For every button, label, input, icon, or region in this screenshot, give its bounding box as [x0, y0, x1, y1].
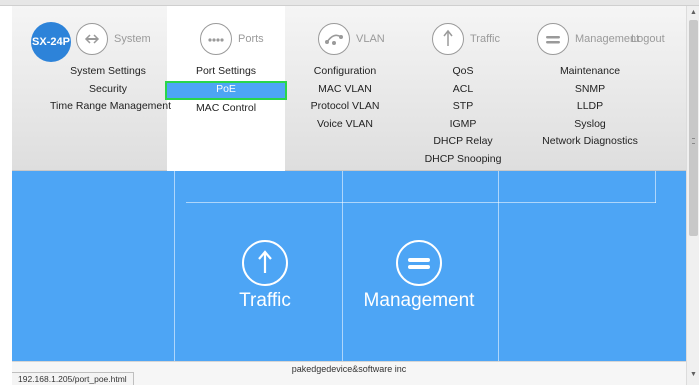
scroll-up-arrow-icon[interactable]: ▲ — [690, 9, 697, 16]
menu-item-security[interactable]: Security — [50, 81, 166, 99]
ports-icon — [200, 23, 232, 55]
arrow-up-icon — [242, 240, 288, 286]
nav-system-label: System — [114, 33, 151, 45]
nav-management-label: Management — [575, 33, 640, 45]
management-tile[interactable]: Management — [344, 222, 494, 322]
management-tile-label: Management — [363, 290, 475, 311]
system-submenu: System Settings Security Time Range Mana… — [50, 63, 171, 116]
menu-item-poe[interactable]: PoE — [165, 80, 287, 100]
menu-item-dhcp-snooping[interactable]: DHCP Snooping — [415, 151, 511, 169]
menu-item-igmp[interactable]: IGMP — [415, 116, 511, 134]
menu-item-syslog[interactable]: Syslog — [532, 116, 648, 134]
device-logo[interactable]: SX-24P — [31, 22, 71, 62]
menu-item-lldp[interactable]: LLDP — [532, 98, 648, 116]
mega-menu: SX-24P System Ports VLAN Traffic Managem… — [12, 6, 686, 171]
scroll-down-arrow-icon[interactable]: ▼ — [690, 371, 697, 378]
nav-vlan[interactable]: VLAN — [318, 22, 385, 56]
management-small-icon — [537, 23, 569, 55]
traffic-submenu: QoS ACL STP IGMP DHCP Relay DHCP Snoopin… — [415, 63, 511, 169]
menu-item-maintenance[interactable]: Maintenance — [532, 63, 648, 81]
nav-traffic-label: Traffic — [470, 33, 500, 45]
scroll-thumb[interactable] — [689, 20, 698, 236]
ports-submenu: Port Settings PoE MAC Control — [165, 63, 287, 118]
menu-item-time-range-management[interactable]: Time Range Management — [50, 98, 171, 116]
nav-system[interactable]: System — [76, 22, 151, 56]
menu-item-mac-control[interactable]: MAC Control — [167, 100, 285, 118]
menu-item-qos[interactable]: QoS — [415, 63, 511, 81]
status-bar-url: 192.168.1.205/port_poe.html — [12, 372, 134, 385]
nav-vlan-label: VLAN — [356, 33, 385, 45]
system-icon — [76, 23, 108, 55]
management-icon — [396, 240, 442, 286]
menu-item-voice-vlan[interactable]: Voice VLAN — [298, 116, 392, 134]
menu-item-dhcp-relay[interactable]: DHCP Relay — [415, 133, 511, 151]
logout-link[interactable]: Logout — [631, 33, 665, 45]
menu-item-stp[interactable]: STP — [415, 98, 511, 116]
nav-ports-label: Ports — [238, 33, 264, 45]
menu-item-acl[interactable]: ACL — [415, 81, 511, 99]
menu-item-snmp[interactable]: SNMP — [532, 81, 648, 99]
menu-item-network-diagnostics[interactable]: Network Diagnostics — [532, 133, 648, 151]
traffic-tile-label: Traffic — [239, 290, 291, 311]
traffic-tile[interactable]: Traffic — [190, 222, 340, 322]
vlan-icon — [318, 23, 350, 55]
vertical-scrollbar[interactable]: ▲ ▼ — [686, 6, 699, 385]
arrow-up-small-icon — [432, 23, 464, 55]
scroll-grip — [692, 138, 695, 144]
nav-traffic[interactable]: Traffic — [432, 22, 500, 56]
menu-item-port-settings[interactable]: Port Settings — [167, 63, 285, 81]
nav-ports[interactable]: Ports — [200, 22, 264, 56]
menu-item-configuration[interactable]: Configuration — [298, 63, 392, 81]
management-submenu: Maintenance SNMP LLDP Syslog Network Dia… — [532, 63, 648, 151]
nav-management[interactable]: Management — [537, 22, 639, 56]
menu-item-mac-vlan[interactable]: MAC VLAN — [298, 81, 392, 99]
menu-item-protocol-vlan[interactable]: Protocol VLAN — [298, 98, 392, 116]
menu-item-system-settings[interactable]: System Settings — [50, 63, 166, 81]
vlan-submenu: Configuration MAC VLAN Protocol VLAN Voi… — [298, 63, 392, 133]
